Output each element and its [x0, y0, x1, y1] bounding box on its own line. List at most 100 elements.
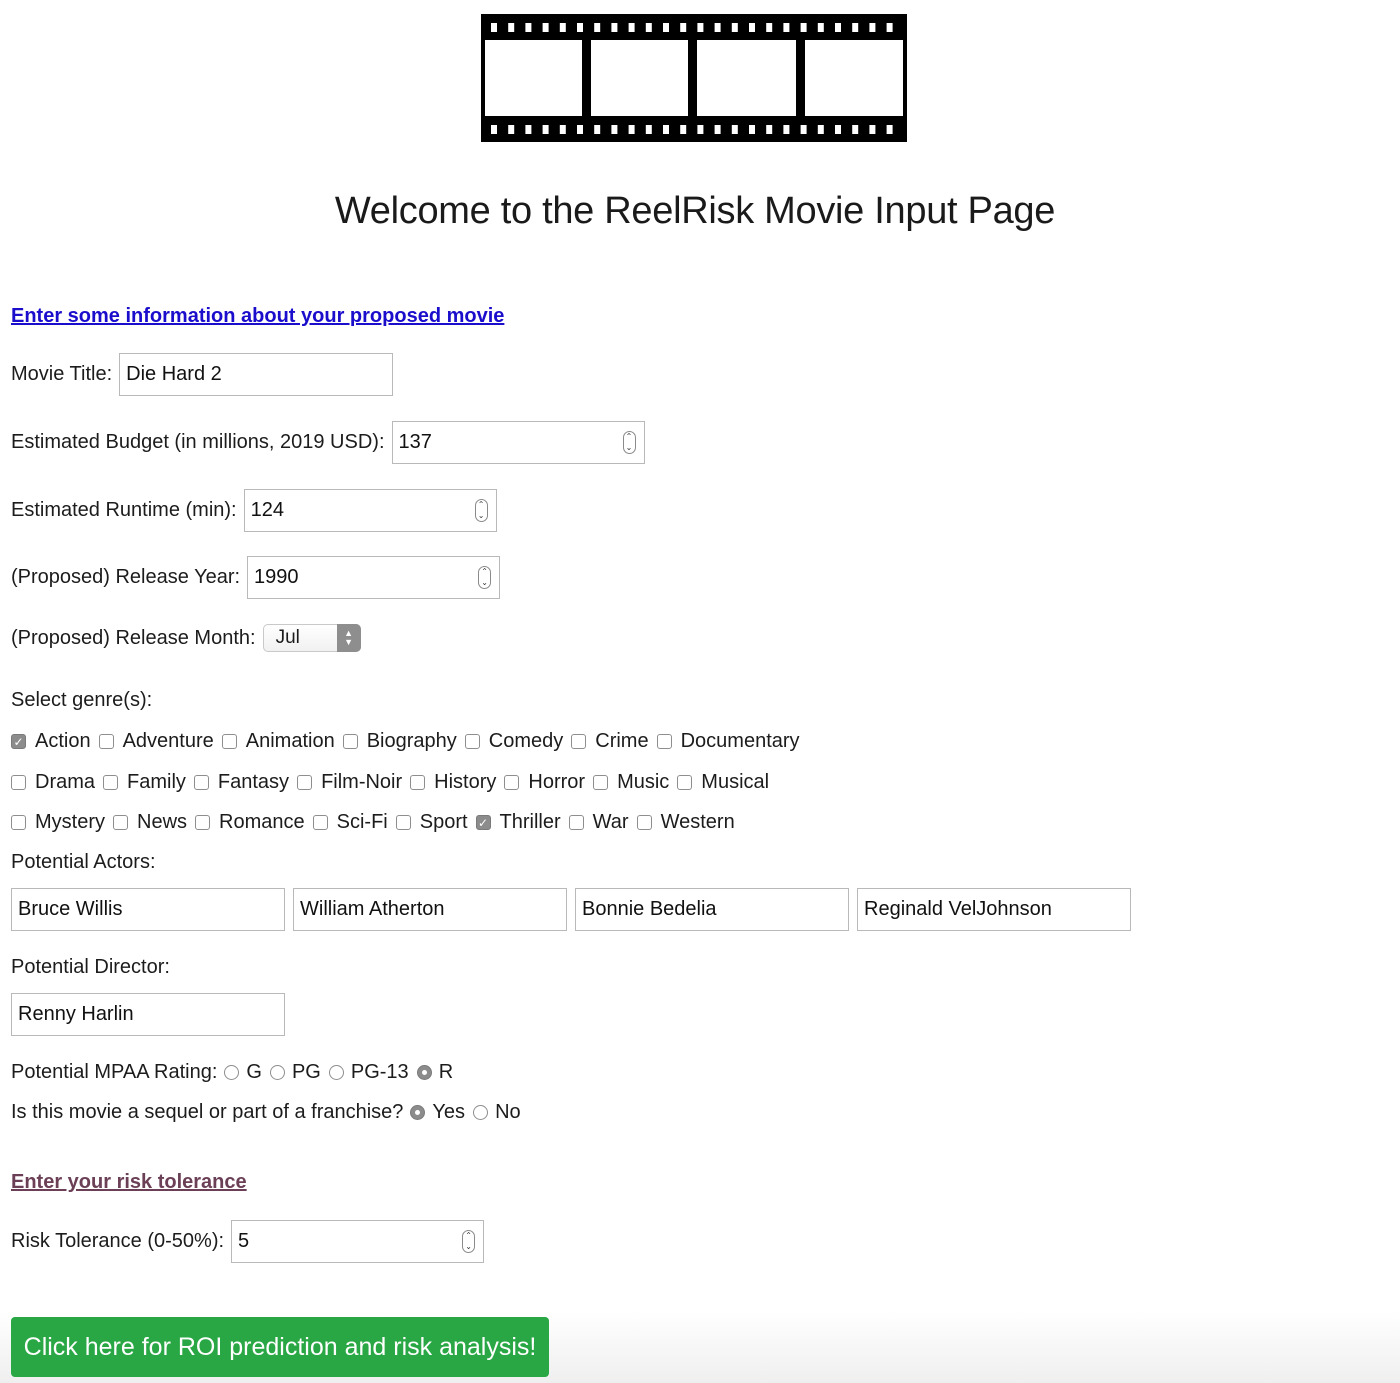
- checkbox-icon[interactable]: [113, 815, 128, 830]
- checkmark-icon[interactable]: ✓: [475, 815, 491, 830]
- runtime-input[interactable]: [244, 490, 466, 531]
- budget-input[interactable]: [392, 422, 614, 463]
- sequel-radio-no[interactable]: No: [473, 1101, 521, 1124]
- risk-tolerance-input[interactable]: [232, 1221, 454, 1262]
- actor-input-2[interactable]: [293, 888, 567, 931]
- genre-label-musical: Musical: [701, 771, 770, 793]
- checkbox-icon[interactable]: [636, 815, 652, 830]
- runtime-field[interactable]: ⌃⌄: [243, 489, 497, 532]
- sprocket-hole: [783, 23, 790, 32]
- sprocket-hole: [577, 125, 583, 134]
- radio-icon[interactable]: [224, 1065, 240, 1080]
- actor-input-4[interactable]: [857, 888, 1131, 931]
- genre-checkbox-adventure[interactable]: Adventure: [98, 730, 214, 753]
- checkbox-icon[interactable]: [593, 775, 609, 790]
- sprocket-hole: [645, 125, 652, 134]
- genre-checkbox-western[interactable]: Western: [636, 811, 735, 834]
- risk-tolerance-row: Risk Tolerance (0-50%): ⌃⌄: [11, 1220, 485, 1263]
- release-year-input[interactable]: [248, 557, 470, 598]
- genre-checkbox-comedy[interactable]: Comedy: [464, 730, 563, 753]
- genre-checkbox-news[interactable]: News: [113, 811, 187, 834]
- movie-info-link[interactable]: Enter some information about your propos…: [11, 305, 504, 328]
- director-input[interactable]: [11, 993, 285, 1036]
- actors-inputs: [11, 888, 1139, 931]
- checkbox-icon[interactable]: [568, 815, 584, 830]
- checkbox-icon[interactable]: [312, 815, 328, 830]
- sprocket-hole: [800, 23, 807, 32]
- budget-field[interactable]: ⌃⌄: [391, 421, 645, 464]
- genre-checkbox-drama[interactable]: Drama: [11, 771, 95, 794]
- sprocket-hole: [508, 125, 515, 134]
- release-month-value: Jul: [275, 627, 300, 648]
- genre-checkbox-biography[interactable]: Biography: [342, 730, 457, 753]
- checkbox-icon[interactable]: [297, 775, 313, 790]
- genre-checkbox-family[interactable]: Family: [103, 771, 186, 794]
- genre-checkbox-crime[interactable]: Crime: [571, 730, 649, 753]
- genre-checkbox-history[interactable]: History: [410, 771, 496, 794]
- sprocket-hole: [749, 125, 755, 134]
- checkbox-icon[interactable]: [98, 734, 114, 749]
- checkbox-icon[interactable]: [11, 815, 26, 830]
- checkbox-icon[interactable]: [504, 775, 520, 790]
- budget-stepper[interactable]: ⌃ ⌄: [622, 431, 636, 454]
- radio-icon[interactable]: [473, 1105, 489, 1120]
- radio-selected-icon[interactable]: [416, 1065, 432, 1080]
- movie-title-input[interactable]: [119, 353, 394, 396]
- checkbox-icon[interactable]: [195, 815, 211, 830]
- checkbox-icon[interactable]: [656, 734, 672, 749]
- budget-row: Estimated Budget (in millions, 2019 USD)…: [11, 421, 645, 464]
- actor-input-1[interactable]: [11, 888, 285, 931]
- sprocket-hole: [835, 125, 841, 134]
- rating-radio-r[interactable]: R: [416, 1061, 453, 1084]
- checkbox-icon[interactable]: [464, 734, 480, 749]
- genre-checkbox-horror[interactable]: Horror: [504, 771, 585, 794]
- checkbox-icon[interactable]: [677, 775, 693, 790]
- rating-radio-pg-13[interactable]: PG-13: [328, 1061, 409, 1084]
- genre-checkbox-sport[interactable]: Sport: [395, 811, 468, 834]
- actor-input-3[interactable]: [575, 888, 849, 931]
- sprocket-hole: [628, 23, 635, 32]
- genre-checkbox-mystery[interactable]: Mystery: [11, 811, 105, 834]
- sprocket-hole: [869, 125, 876, 134]
- genre-checkbox-documentary[interactable]: Documentary: [656, 730, 800, 753]
- roi-analysis-button[interactable]: Click here for ROI prediction and risk a…: [11, 1317, 549, 1377]
- release-year-field[interactable]: ⌃⌄: [247, 556, 501, 599]
- genre-checkbox-musical[interactable]: Musical: [677, 771, 769, 794]
- checkbox-icon[interactable]: [342, 734, 358, 749]
- checkbox-icon[interactable]: [571, 734, 587, 749]
- genre-checkbox-music[interactable]: Music: [593, 771, 669, 794]
- risk-tolerance-field[interactable]: ⌃⌄: [231, 1220, 485, 1263]
- genre-checkbox-sci-fi[interactable]: Sci-Fi: [312, 811, 388, 834]
- checkmark-icon[interactable]: ✓: [11, 734, 26, 749]
- genre-checkbox-film-noir[interactable]: Film-Noir: [297, 771, 402, 794]
- radio-icon[interactable]: [269, 1065, 285, 1080]
- checkbox-icon[interactable]: [11, 775, 26, 790]
- sprocket-hole: [559, 125, 566, 134]
- radio-selected-icon[interactable]: [410, 1105, 426, 1120]
- rating-radio-g[interactable]: G: [224, 1061, 262, 1084]
- genre-checkbox-romance[interactable]: Romance: [195, 811, 305, 834]
- checkbox-icon[interactable]: [103, 775, 119, 790]
- radio-icon[interactable]: [328, 1065, 344, 1080]
- runtime-stepper[interactable]: ⌃ ⌄: [474, 499, 488, 522]
- checkbox-icon[interactable]: [221, 734, 237, 749]
- genre-label-crime: Crime: [595, 730, 649, 752]
- risk-tolerance-stepper[interactable]: ⌃ ⌄: [462, 1230, 476, 1253]
- genre-row-3: Mystery News Romance Sci-Fi Sport ✓ Thriller Wa…: [11, 811, 743, 834]
- director-label: Potential Director:: [11, 956, 170, 978]
- genre-checkbox-thriller[interactable]: ✓ Thriller: [475, 811, 561, 834]
- checkbox-icon[interactable]: [193, 775, 209, 790]
- risk-tolerance-link[interactable]: Enter your risk tolerance: [11, 1171, 247, 1194]
- sequel-radio-yes[interactable]: Yes: [410, 1101, 465, 1124]
- genre-checkbox-action[interactable]: ✓ Action: [11, 730, 91, 753]
- genre-checkbox-animation[interactable]: Animation: [221, 730, 335, 753]
- rating-radio-pg[interactable]: PG: [269, 1061, 321, 1084]
- genre-label-action: Action: [35, 730, 91, 752]
- genre-label-family: Family: [127, 771, 186, 793]
- checkbox-icon[interactable]: [395, 815, 411, 830]
- genre-checkbox-fantasy[interactable]: Fantasy: [193, 771, 289, 794]
- genre-checkbox-war[interactable]: War: [568, 811, 629, 834]
- release-year-stepper[interactable]: ⌃ ⌄: [478, 566, 492, 589]
- release-month-select[interactable]: Jul ▲ ▼: [262, 624, 361, 652]
- checkbox-icon[interactable]: [410, 775, 426, 790]
